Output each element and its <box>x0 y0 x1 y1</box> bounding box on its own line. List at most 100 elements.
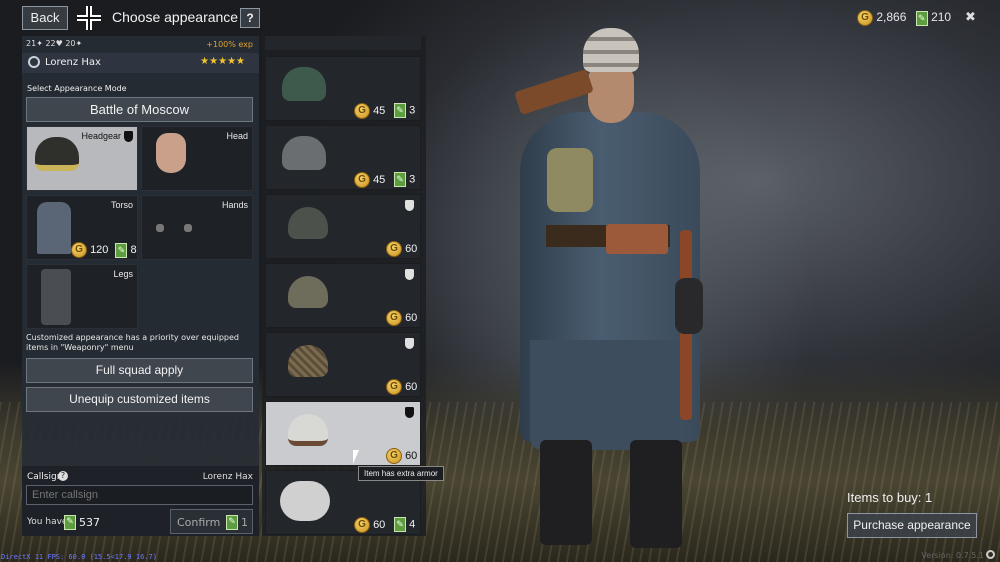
ticket-balance: 210 <box>931 10 952 25</box>
list-item[interactable]: G 45 ✎ 3 <box>265 125 421 190</box>
list-item-selected[interactable]: G 60 <box>265 401 421 466</box>
items-to-buy: Items to buy: 1 <box>847 490 933 505</box>
page-title: Choose appearance <box>112 9 239 25</box>
full-squad-apply-button[interactable]: Full squad apply <box>26 358 253 383</box>
ticket-count: 537 <box>79 516 100 529</box>
stat-3: 20 <box>65 39 76 48</box>
list-item[interactable]: G 60 <box>265 263 421 328</box>
unequip-button[interactable]: Unequip customized items <box>26 387 253 412</box>
close-button[interactable]: ✖ <box>965 10 976 25</box>
soldier-hat <box>583 28 639 72</box>
coat-icon <box>37 202 71 254</box>
armor-icon <box>405 269 414 280</box>
slot-headgear-label: Headgear <box>81 131 121 141</box>
slot-torso-label: Torso <box>110 200 133 210</box>
gold-icon: G <box>354 103 370 119</box>
torso-ticket-price: 8 <box>130 243 137 256</box>
gold-icon: G <box>71 242 87 258</box>
ticket-icon: ✎ <box>115 242 128 258</box>
ticket-icon: ✎ <box>394 103 406 118</box>
ticket-icon: ✎ <box>226 515 238 530</box>
slot-head-label: Head <box>226 131 248 141</box>
back-button[interactable]: Back <box>22 6 68 30</box>
mode-label: Select Appearance Mode <box>27 84 127 93</box>
camo-helmet-icon <box>288 276 328 308</box>
item-gold-price: 60 <box>405 449 418 462</box>
soldier-stats: 21✦ 22♥ 20✦ <box>26 39 83 48</box>
ticket-icon: ✎ <box>64 515 76 530</box>
field-cap-icon <box>282 67 326 101</box>
ticket-icon: ✎ <box>394 517 406 532</box>
hand-icon <box>156 224 164 232</box>
exp-bonus: +100% exp <box>206 40 253 49</box>
slot-hands[interactable]: Hands <box>141 195 253 260</box>
settings-icon[interactable] <box>986 550 995 559</box>
fur-hat-icon <box>280 481 330 521</box>
fps-counter: DirectX 11 FPS: 60.0 (15.5<17.9 16.7) <box>1 553 157 561</box>
head-icon <box>156 133 186 173</box>
confirm-label: Confirm <box>177 516 221 529</box>
appearance-mode-select[interactable]: Battle of Moscow <box>26 97 253 122</box>
slot-headgear[interactable]: Headgear <box>26 126 138 191</box>
item-gold-price: 60 <box>405 311 418 324</box>
gold-icon: G <box>354 517 370 533</box>
slot-legs[interactable]: Legs <box>26 264 138 329</box>
ticket-icon: ✎ <box>394 172 406 187</box>
item-gold-price: 60 <box>373 518 386 531</box>
ticket-icon: ✎ <box>915 10 928 26</box>
netted-helmet-icon <box>288 345 328 377</box>
soldier-preview <box>480 20 720 560</box>
headgear-item-list: G 45 ✎ 3 G 45 ✎ 3 G 60 G 60 G 60 G 60 G … <box>262 36 426 536</box>
gold-icon: G <box>386 310 402 326</box>
torso-gold-price: 120 <box>90 243 109 256</box>
list-item[interactable]: G 45 ✎ 3 <box>265 56 421 121</box>
gold-icon: G <box>857 10 873 26</box>
item-gold-price: 60 <box>405 242 418 255</box>
list-item[interactable]: G 60 <box>265 194 421 259</box>
slot-torso[interactable]: Torso G 120 ✎ 8 <box>26 195 138 260</box>
rank-icon <box>28 56 40 68</box>
helmet-icon <box>35 137 79 171</box>
help-button[interactable]: ? <box>240 8 260 28</box>
gold-balance: 2,866 <box>876 10 907 25</box>
stat-2: 22 <box>45 39 56 48</box>
item-gold-price: 60 <box>405 380 418 393</box>
confirm-ticket-cost: 1 <box>241 516 248 529</box>
version-label: Version: 0.7.5.1 <box>921 551 984 560</box>
armor-icon <box>124 131 133 142</box>
item-ticket-price: 3 <box>409 173 416 186</box>
list-item[interactable]: G 60 <box>265 332 421 397</box>
confirm-button[interactable]: Confirm ✎ 1 <box>170 509 253 534</box>
soldier-name: Lorenz Hax <box>45 57 101 68</box>
callsign-section: Callsign ? Lorenz Hax You have ✎ 537 Con… <box>22 466 259 536</box>
mouse-cursor <box>353 450 359 464</box>
soldier-row[interactable]: Lorenz Hax ★★★★★ <box>22 53 259 73</box>
soldier-stars: ★★★★★ <box>200 56 245 67</box>
appearance-panel: 21✦ 22♥ 20✦ +100% exp Lorenz Hax ★★★★★ S… <box>22 36 259 536</box>
helmet-icon <box>288 207 328 239</box>
field-cap-icon <box>282 136 326 170</box>
item-gold-price: 45 <box>373 173 386 186</box>
item-ticket-price: 3 <box>409 104 416 117</box>
stat-1: 21 <box>26 39 37 48</box>
gold-icon: G <box>386 241 402 257</box>
gold-icon: G <box>386 448 402 464</box>
gold-icon: G <box>354 172 370 188</box>
gold-icon: G <box>386 379 402 395</box>
trousers-icon <box>41 269 71 325</box>
balkenkreuz-icon <box>76 6 102 30</box>
tooltip: Item has extra armor <box>358 466 444 481</box>
armor-icon <box>405 407 414 418</box>
slot-legs-label: Legs <box>113 269 133 279</box>
item-ticket-price: 4 <box>409 518 416 531</box>
callsign-input[interactable] <box>26 485 253 505</box>
hand-icon <box>184 224 192 232</box>
callsign-current: Lorenz Hax <box>202 472 253 482</box>
winter-helmet-icon <box>288 414 328 446</box>
slot-head[interactable]: Head <box>141 126 253 191</box>
list-item-partial[interactable] <box>265 36 421 50</box>
callsign-help-icon[interactable]: ? <box>58 471 68 481</box>
you-have-label: You have <box>27 517 68 527</box>
armor-icon <box>405 200 414 211</box>
purchase-button[interactable]: Purchase appearance <box>847 513 977 538</box>
